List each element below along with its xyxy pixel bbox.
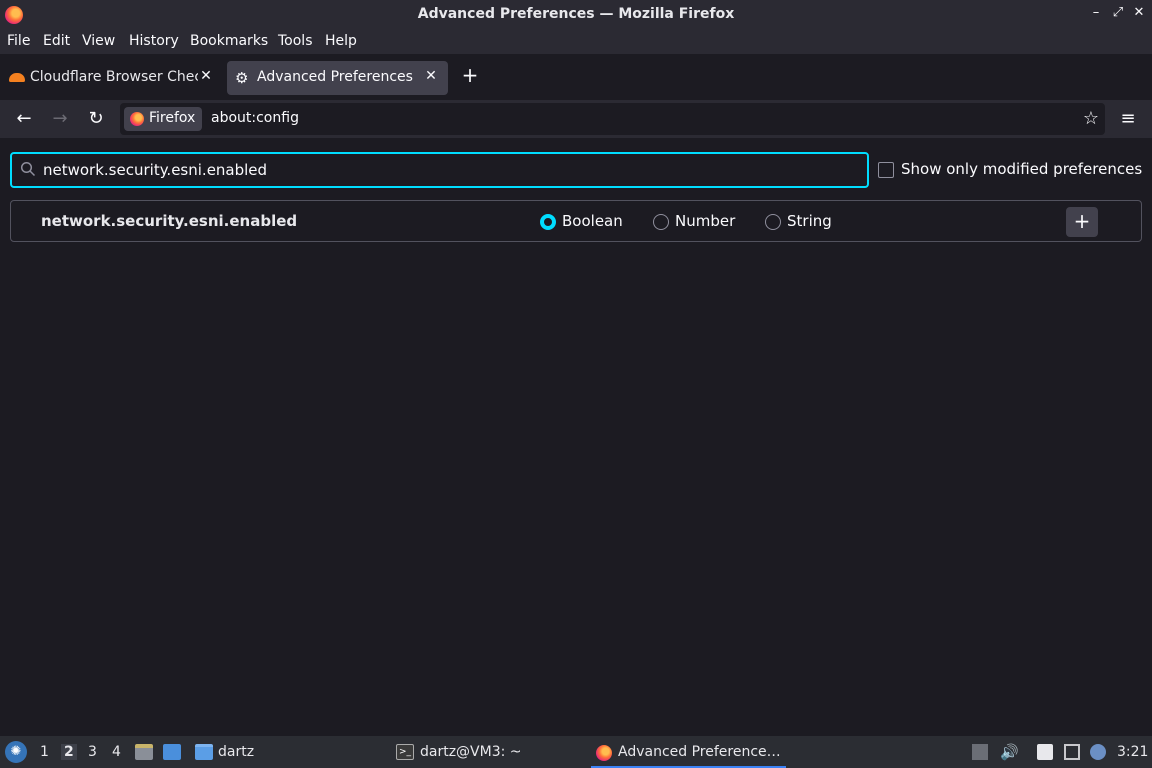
notes-icon[interactable] bbox=[1037, 744, 1053, 760]
minimize-button[interactable]: – bbox=[1086, 5, 1106, 20]
tab-label: Advanced Preferences bbox=[257, 69, 413, 85]
reload-button[interactable]: ↻ bbox=[84, 107, 108, 131]
menu-bar: File Edit View History Bookmarks Tools H… bbox=[0, 30, 1152, 54]
firefox-icon bbox=[596, 745, 612, 761]
window-titlebar: Advanced Preferences — Mozilla Firefox –… bbox=[0, 0, 1152, 30]
volume-icon[interactable]: 🔊 bbox=[1000, 744, 1019, 760]
close-tab-icon[interactable]: ✕ bbox=[423, 68, 439, 84]
boolean-radio[interactable] bbox=[540, 214, 556, 230]
forward-button[interactable]: → bbox=[48, 107, 72, 131]
back-button[interactable]: ← bbox=[12, 107, 36, 131]
menu-history[interactable]: History bbox=[129, 33, 179, 49]
clipboard-icon[interactable] bbox=[972, 744, 988, 760]
terminal-task-label[interactable]: dartz@VM3: ~ bbox=[420, 744, 522, 760]
close-window-button[interactable]: ✕ bbox=[1129, 5, 1149, 20]
workspace-4[interactable]: 4 bbox=[112, 744, 121, 760]
folder-task-label[interactable]: dartz bbox=[218, 744, 254, 760]
close-tab-icon[interactable]: ✕ bbox=[198, 68, 214, 84]
maximize-button[interactable]: ⤢ bbox=[1108, 5, 1128, 20]
tab-label: Cloudflare Browser Check bbox=[30, 69, 198, 85]
notification-icon[interactable] bbox=[1090, 744, 1106, 760]
identity-box[interactable]: Firefox bbox=[124, 107, 202, 131]
start-menu-icon[interactable]: ✺ bbox=[5, 741, 27, 763]
search-value: network.security.esni.enabled bbox=[43, 161, 268, 179]
menu-file[interactable]: File bbox=[7, 33, 30, 49]
preference-row: network.security.esni.enabled Boolean Nu… bbox=[10, 200, 1142, 242]
window-title: Advanced Preferences — Mozilla Firefox bbox=[417, 6, 735, 22]
identity-label: Firefox bbox=[149, 110, 196, 126]
desktop-icon[interactable] bbox=[163, 744, 181, 760]
menu-view[interactable]: View bbox=[82, 33, 115, 49]
tab-cloudflare[interactable]: Cloudflare Browser Check ✕ bbox=[0, 61, 220, 95]
preference-name: network.security.esni.enabled bbox=[41, 212, 298, 230]
workspace-1[interactable]: 1 bbox=[40, 744, 49, 760]
preference-search-input[interactable]: network.security.esni.enabled bbox=[10, 152, 869, 188]
terminal-icon[interactable]: >_ bbox=[396, 744, 414, 760]
number-label[interactable]: Number bbox=[675, 212, 735, 230]
gear-icon: ⚙ bbox=[235, 69, 249, 87]
cloudflare-icon bbox=[9, 73, 25, 82]
menu-tools[interactable]: Tools bbox=[278, 33, 313, 49]
workspace-2[interactable]: 2 bbox=[61, 744, 77, 760]
string-label[interactable]: String bbox=[787, 212, 832, 230]
firefox-icon bbox=[130, 112, 144, 126]
file-manager-icon[interactable] bbox=[135, 744, 153, 760]
bookmark-star-icon[interactable]: ☆ bbox=[1083, 108, 1099, 129]
menu-bookmarks[interactable]: Bookmarks bbox=[190, 33, 268, 49]
workspace-3[interactable]: 3 bbox=[88, 744, 97, 760]
folder-icon[interactable] bbox=[195, 744, 213, 760]
menu-edit[interactable]: Edit bbox=[43, 33, 70, 49]
clock: 3:21 bbox=[1117, 744, 1149, 760]
url-text[interactable]: about:config bbox=[211, 110, 299, 126]
tab-advanced-preferences[interactable]: ⚙ Advanced Preferences ✕ bbox=[227, 61, 448, 95]
firefox-task[interactable]: Advanced Preference… bbox=[591, 738, 786, 768]
show-modified-checkbox[interactable] bbox=[878, 162, 894, 178]
network-icon[interactable] bbox=[1064, 744, 1080, 760]
app-menu-button[interactable]: ≡ bbox=[1116, 107, 1140, 131]
string-radio[interactable] bbox=[765, 214, 781, 230]
menu-help[interactable]: Help bbox=[325, 33, 357, 49]
number-radio[interactable] bbox=[653, 214, 669, 230]
search-icon bbox=[20, 161, 36, 177]
add-preference-button[interactable]: + bbox=[1066, 207, 1098, 237]
show-modified-label[interactable]: Show only modified preferences bbox=[901, 160, 1142, 178]
new-tab-button[interactable]: + bbox=[458, 64, 482, 88]
boolean-label[interactable]: Boolean bbox=[562, 212, 623, 230]
tab-strip: Cloudflare Browser Check ✕ ⚙ Advanced Pr… bbox=[0, 54, 1152, 100]
taskbar: ✺ 1 2 3 4 dartz >_ dartz@VM3: ~ Advanced… bbox=[0, 736, 1152, 768]
firefox-task-label: Advanced Preference… bbox=[618, 744, 781, 760]
url-bar[interactable]: Firefox about:config ☆ bbox=[120, 103, 1105, 135]
navigation-toolbar: ← → ↻ Firefox about:config ☆ ≡ bbox=[0, 100, 1152, 138]
